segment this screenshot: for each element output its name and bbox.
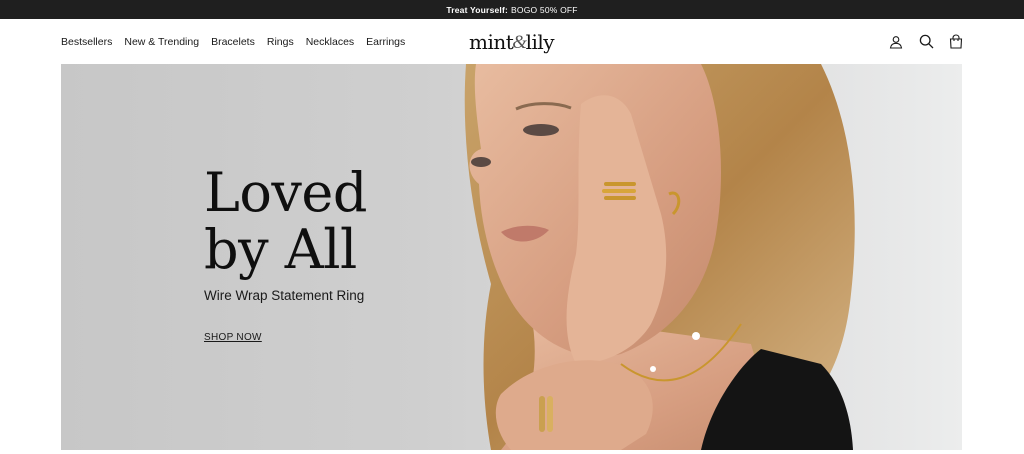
hero-text-block: Loved by All Wire Wrap Statement Ring SH… [204,164,367,345]
site-header: Bestsellers New & Trending Bracelets Rin… [0,19,1024,64]
shop-now-link[interactable]: SHOP NOW [204,332,262,343]
logo-part2: lily [525,30,555,54]
nav-item-bestsellers[interactable]: Bestsellers [61,36,112,48]
hero-banner[interactable]: Loved by All Wire Wrap Statement Ring SH… [61,64,962,450]
hero-model-image [464,64,962,450]
nav-item-new-trending[interactable]: New & Trending [124,36,199,48]
announcement-bar: Treat Yourself: BOGO 50% OFF [0,0,1024,19]
hero-headline-line1: Loved [204,161,367,224]
hero-subhead: Wire Wrap Statement Ring [204,288,365,303]
hero-headline: Loved by All [204,164,367,278]
header-icons [888,19,964,64]
search-icon[interactable] [918,34,934,50]
cart-icon[interactable] [948,34,964,50]
hero-headline-line2: by All [204,218,357,281]
logo[interactable]: mint & lily [469,28,555,54]
logo-part1: mint [469,30,514,54]
account-icon[interactable] [888,34,904,50]
announcement-text: BOGO 50% OFF [511,4,578,15]
logo-amp: & [512,32,527,53]
announcement-strong: Treat Yourself: [446,4,509,15]
nav-item-rings[interactable]: Rings [267,36,294,48]
nav-item-bracelets[interactable]: Bracelets [211,36,255,48]
main-nav: Bestsellers New & Trending Bracelets Rin… [61,19,417,64]
nav-item-necklaces[interactable]: Necklaces [306,36,354,48]
nav-item-earrings[interactable]: Earrings [366,36,405,48]
